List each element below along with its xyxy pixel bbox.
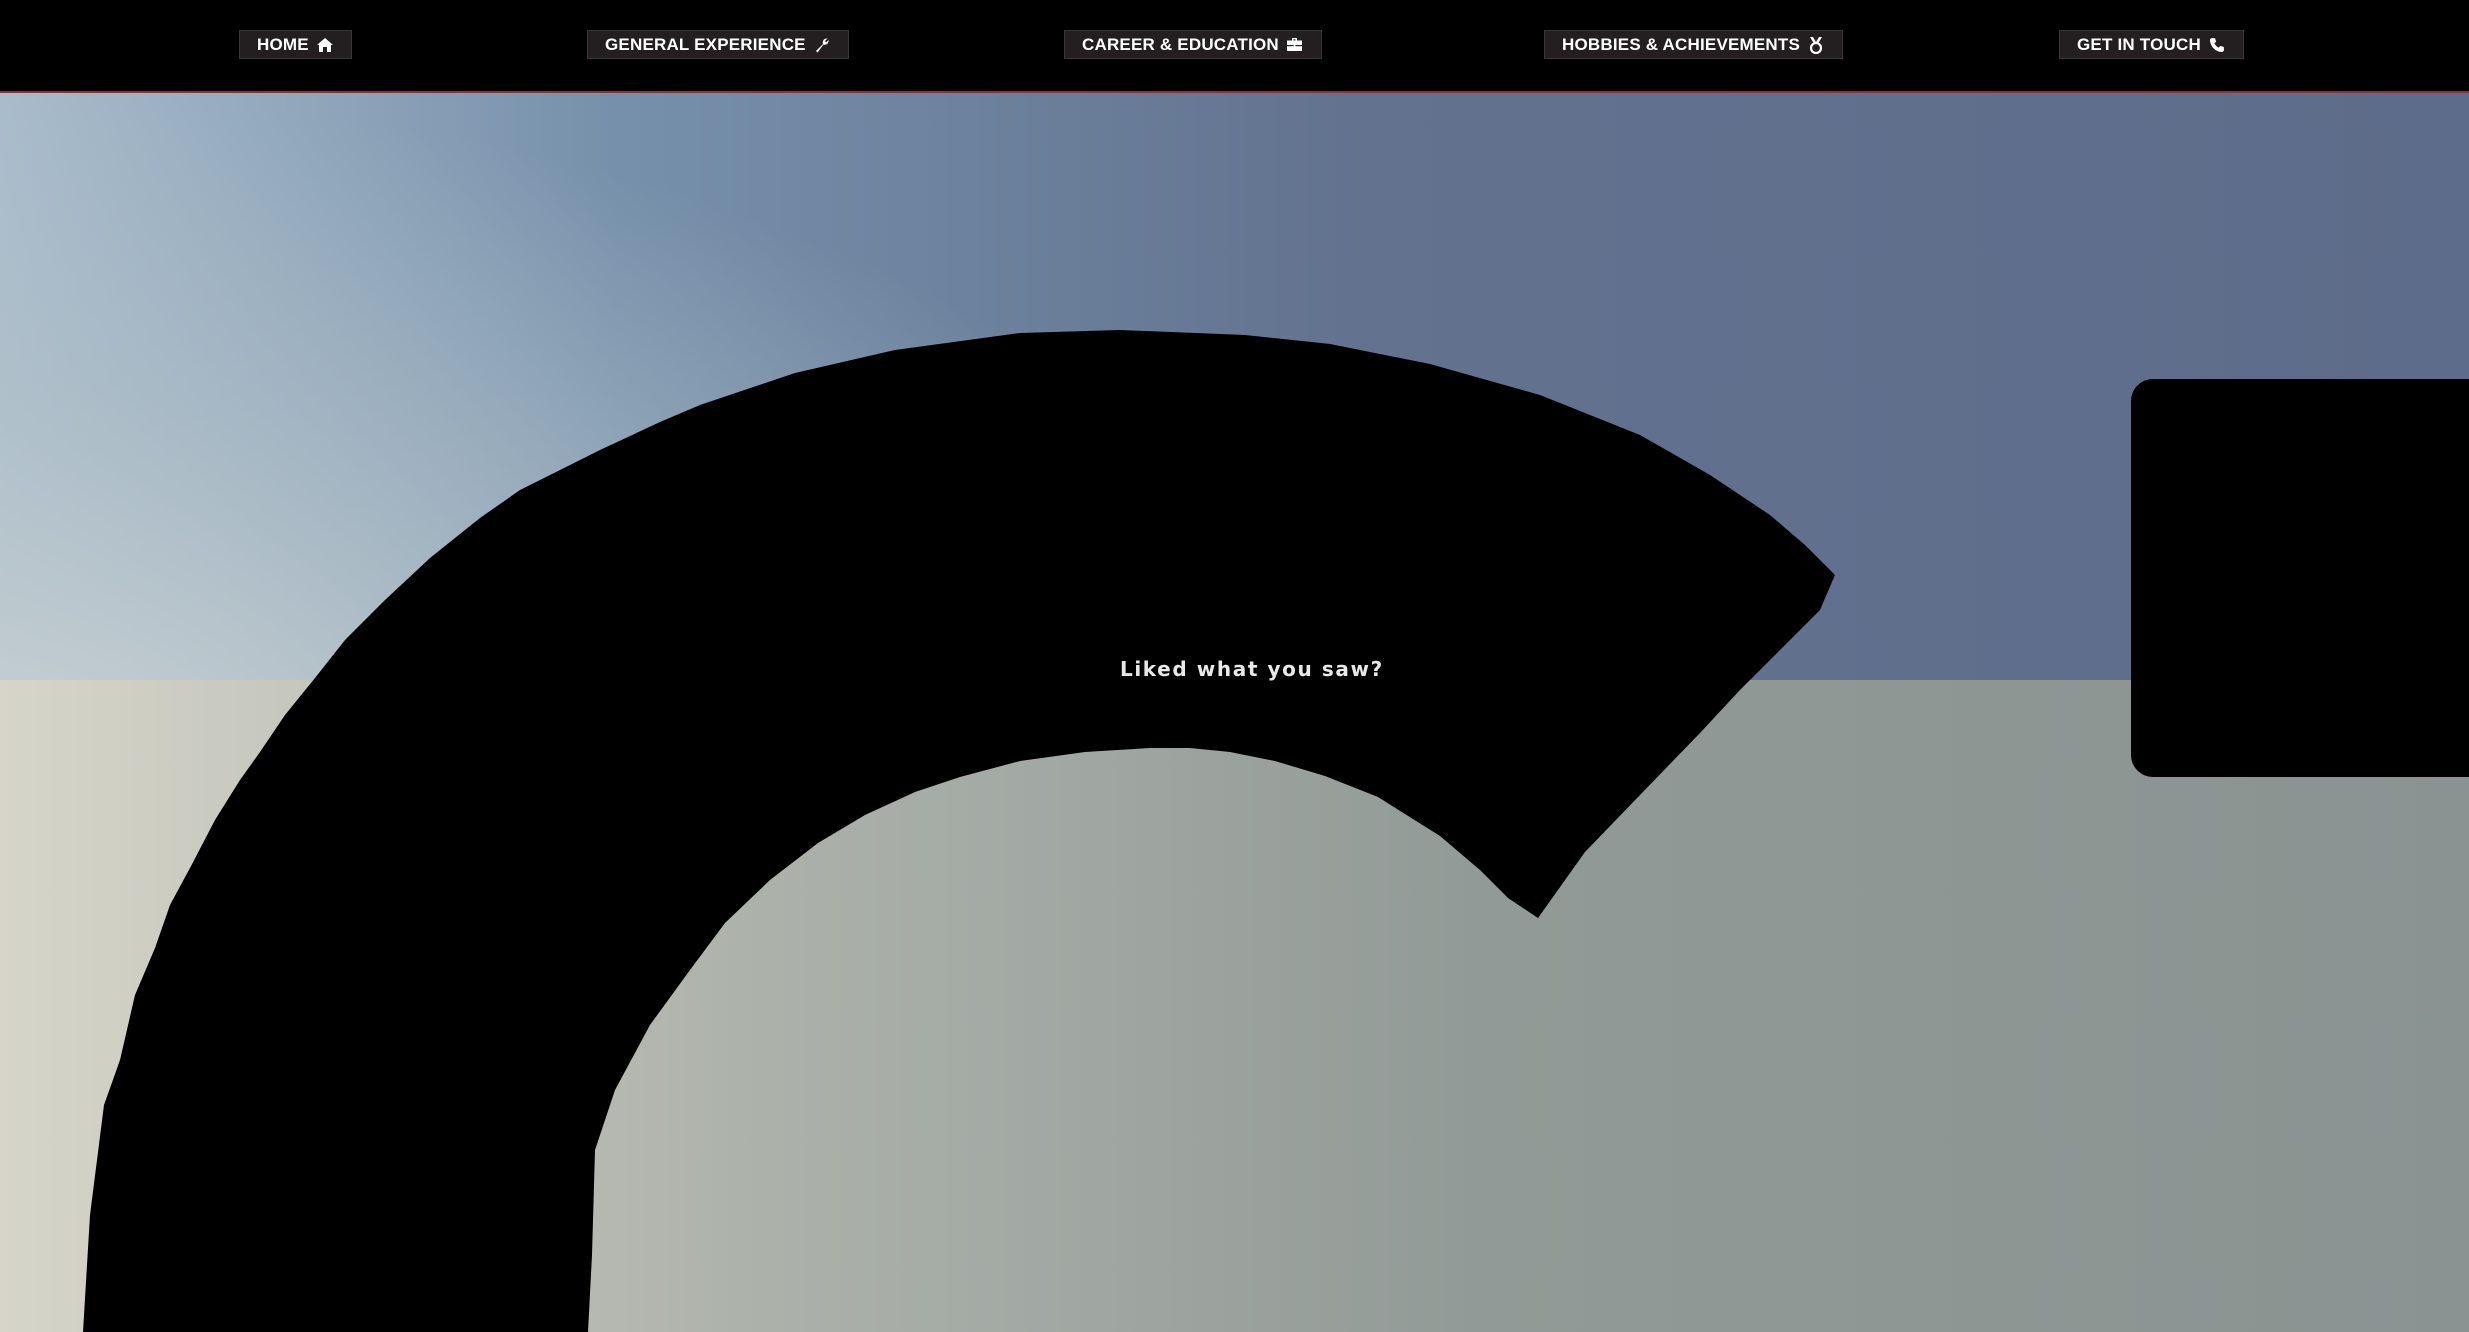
medal-icon: [1807, 36, 1825, 54]
phone-icon: [2208, 36, 2226, 54]
home-icon: [316, 36, 334, 54]
nav-career-education-button[interactable]: CAREER & EDUCATION: [1064, 30, 1322, 59]
top-navbar: HOME GENERAL EXPERIENCE CAREER & EDUCATI…: [0, 0, 2469, 93]
nav-home-button[interactable]: HOME: [239, 30, 352, 59]
nav-home-label: HOME: [257, 35, 309, 54]
nav-hobbies-achievements-label: HOBBIES & ACHIEVEMENTS: [1562, 35, 1801, 54]
wrench-icon: [813, 36, 831, 54]
nav-get-in-touch-label: GET IN TOUCH: [2077, 35, 2201, 54]
liked-what-you-saw-text: Liked what you saw?: [1120, 657, 1384, 681]
side-card: [2131, 379, 2469, 777]
nav-get-in-touch-button[interactable]: GET IN TOUCH: [2059, 30, 2244, 59]
nav-general-experience-button[interactable]: GENERAL EXPERIENCE: [587, 30, 849, 59]
nav-general-experience-label: GENERAL EXPERIENCE: [605, 35, 806, 54]
briefcase-icon: [1286, 36, 1304, 54]
nav-career-education-label: CAREER & EDUCATION: [1082, 35, 1279, 54]
nav-hobbies-achievements-button[interactable]: HOBBIES & ACHIEVEMENTS: [1544, 30, 1844, 59]
